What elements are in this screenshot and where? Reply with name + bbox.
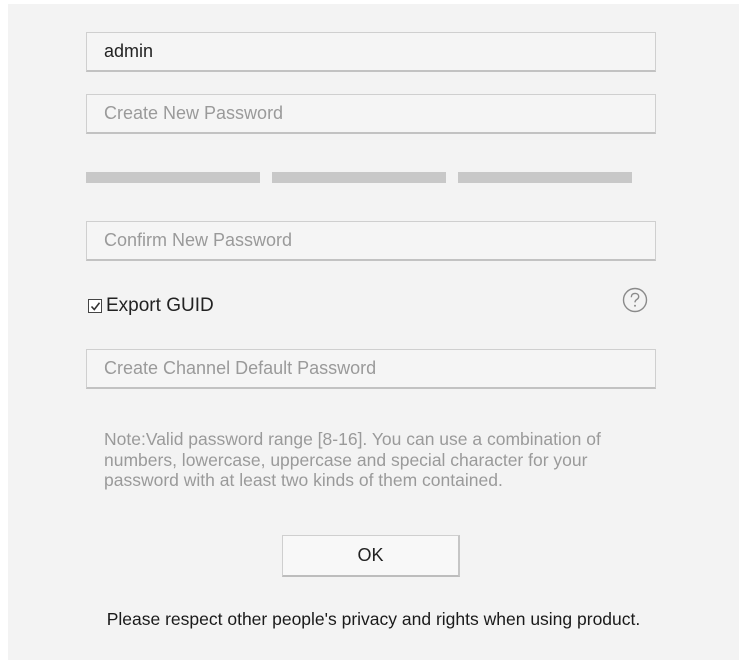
ok-button[interactable]: OK xyxy=(282,535,460,577)
password-rule-note: Note:Valid password range [8-16]. You ca… xyxy=(104,429,601,490)
new-password-field[interactable] xyxy=(86,94,656,134)
export-guid-checkbox[interactable] xyxy=(88,299,102,313)
privacy-notice: Please respect other people's privacy an… xyxy=(106,609,641,629)
confirm-password-field[interactable] xyxy=(86,221,656,261)
password-strength-bar-weak xyxy=(86,172,260,183)
channel-default-password-field[interactable] xyxy=(86,349,656,389)
password-strength-bar-medium xyxy=(272,172,446,183)
export-guid-option[interactable]: Export GUID xyxy=(88,292,214,320)
password-strength-bar-strong xyxy=(458,172,632,183)
question-circle-icon[interactable] xyxy=(621,286,649,314)
username-field[interactable] xyxy=(86,32,656,72)
export-guid-label: Export GUID xyxy=(106,295,214,316)
checkmark-icon xyxy=(90,301,100,311)
